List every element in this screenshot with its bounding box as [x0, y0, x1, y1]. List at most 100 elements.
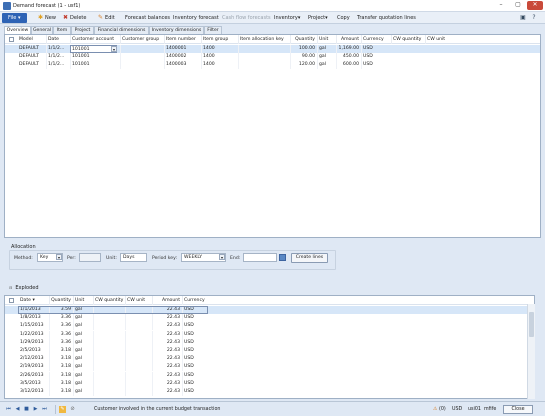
tab-filter[interactable]: Filter: [204, 26, 222, 34]
company-indicator[interactable]: mfife: [484, 406, 496, 413]
cell-date[interactable]: 2/26/2013: [19, 372, 49, 380]
cell-unit[interactable]: gal: [73, 330, 93, 339]
cell-currency[interactable]: USD: [361, 61, 391, 69]
cell-model[interactable]: DEFAULT: [18, 53, 46, 61]
cell-currency[interactable]: USD: [182, 388, 208, 396]
unit-input[interactable]: Days: [120, 253, 147, 262]
cell-customer-group[interactable]: [120, 61, 164, 69]
cell-cwq[interactable]: [93, 338, 125, 347]
cell-date[interactable]: 2/5/2013: [19, 347, 49, 355]
cell-quantity[interactable]: 100.00: [290, 45, 317, 53]
cell-date[interactable]: 1/1/2...: [46, 53, 70, 61]
previous-record-icon[interactable]: ◀: [14, 406, 21, 413]
table-row[interactable]: 1/15/2013 3.36 gal 22.43 USD: [5, 322, 534, 331]
table-row[interactable]: DEFAULT 1/1/2... 101001 ▾ 1400001 1400 1…: [5, 45, 540, 53]
cell-currency[interactable]: USD: [182, 338, 208, 347]
cell-item-number[interactable]: 1400003: [164, 61, 201, 69]
forecast-balances-button[interactable]: Forecast balances: [125, 14, 170, 22]
cell-cwq[interactable]: [93, 379, 125, 388]
cell-cwu[interactable]: [125, 314, 152, 323]
cell-qty[interactable]: 3.36: [49, 338, 73, 347]
cell-date[interactable]: 3/12/2013: [19, 388, 49, 396]
select-all-checkbox[interactable]: [9, 37, 14, 42]
cell-cwu[interactable]: [125, 330, 152, 339]
per-input[interactable]: [79, 253, 101, 262]
close-window-button[interactable]: ✕: [527, 1, 543, 10]
table-row[interactable]: DEFAULT 1/1/2... 101001 1400002 1400 90.…: [5, 53, 540, 61]
delete-button[interactable]: ✖ Delete: [63, 14, 86, 22]
stop-icon[interactable]: ■: [23, 406, 30, 413]
table-row[interactable]: 1/1/2013 3.59 gal 22.43 USD: [5, 306, 534, 314]
table-row[interactable]: 1/8/2013 3.36 gal 22.43 USD: [5, 314, 534, 323]
col-customer-group[interactable]: Customer group: [120, 35, 164, 44]
cell-item-allocation-key[interactable]: [238, 61, 290, 69]
cell-unit[interactable]: gal: [73, 338, 93, 347]
project-menu[interactable]: Project▾: [308, 14, 328, 22]
cell-model[interactable]: DEFAULT: [18, 45, 46, 53]
scroll-thumb[interactable]: [529, 312, 534, 337]
tab-financial-dimensions[interactable]: Financial dimensions: [94, 26, 149, 34]
cell-item-number[interactable]: 1400001: [164, 45, 201, 53]
customer-account-input[interactable]: 101001: [70, 45, 117, 53]
cell-currency[interactable]: USD: [182, 371, 208, 380]
cell-item-allocation-key[interactable]: [238, 45, 290, 53]
cell-quantity[interactable]: 90.00: [290, 53, 317, 61]
cell-cwq[interactable]: [93, 322, 125, 331]
cell-item-allocation-key[interactable]: [238, 53, 290, 61]
table-row[interactable]: 2/12/2013 3.18 gal 22.43 USD: [5, 355, 534, 364]
cell-qty[interactable]: 3.18: [49, 379, 73, 388]
table-row[interactable]: 2/19/2013 3.18 gal 22.43 USD: [5, 363, 534, 372]
cell-amount[interactable]: 22.43: [152, 338, 182, 347]
notification-icon[interactable]: ⚠: [433, 406, 437, 413]
col-item-allocation-key[interactable]: Item allocation key: [238, 35, 290, 44]
cell-customer-group[interactable]: [120, 45, 164, 53]
cell-currency[interactable]: USD: [182, 379, 208, 388]
customer-account-dropdown-icon[interactable]: ▾: [111, 46, 117, 52]
cell-cwq[interactable]: [93, 363, 125, 372]
cell-item-number[interactable]: 1400002: [164, 53, 201, 61]
table-row[interactable]: 2/5/2013 3.18 gal 22.43 USD: [5, 347, 534, 355]
col-unit[interactable]: Unit: [73, 296, 93, 305]
first-record-icon[interactable]: ⏮: [5, 406, 12, 413]
cell-customer-account[interactable]: 101001: [70, 53, 120, 61]
col-unit[interactable]: Unit: [317, 35, 336, 44]
col-date[interactable]: Date ▾: [19, 296, 49, 305]
cell-cwq[interactable]: [93, 355, 125, 364]
maximize-button[interactable]: ▢: [510, 1, 526, 10]
cell-qty[interactable]: 3.18: [49, 347, 73, 355]
cell-date[interactable]: 1/15/2013: [19, 322, 49, 330]
cell-qty[interactable]: 3.18: [49, 371, 73, 380]
minimize-button[interactable]: –: [493, 1, 509, 10]
cell-unit[interactable]: gal: [317, 61, 336, 69]
cell-cwu[interactable]: [125, 355, 152, 364]
close-button[interactable]: Close: [503, 405, 533, 414]
cell-cwu[interactable]: [125, 347, 152, 355]
cell-amount[interactable]: 22.43: [152, 314, 182, 323]
col-amount[interactable]: Amount: [336, 35, 361, 44]
cell-cwq[interactable]: [93, 388, 125, 396]
cell-quantity[interactable]: 120.00: [290, 61, 317, 69]
period-key-dropdown-icon[interactable]: ▾: [219, 254, 225, 260]
create-lines-button[interactable]: Create lines: [291, 253, 328, 263]
table-row[interactable]: 1/22/2013 3.36 gal 22.43 USD: [5, 330, 534, 339]
cell-cwq[interactable]: [93, 314, 125, 323]
cell-qty[interactable]: 3.36: [49, 314, 73, 323]
cell-currency[interactable]: USD: [182, 363, 208, 372]
last-record-icon[interactable]: ⏭: [41, 406, 48, 413]
col-model[interactable]: Model: [18, 35, 46, 44]
cell-date[interactable]: 1/29/2013: [19, 339, 49, 347]
cell-currency[interactable]: USD: [182, 347, 208, 355]
tab-inventory-dimensions[interactable]: Inventory dimensions: [149, 26, 204, 34]
help-icon[interactable]: ?: [530, 14, 538, 22]
col-cw-unit[interactable]: CW unit: [425, 35, 449, 44]
new-button[interactable]: ✱ New: [38, 14, 56, 22]
cell-amount[interactable]: 600.00: [336, 61, 361, 69]
cell-cwu[interactable]: [125, 363, 152, 372]
cell-amount[interactable]: 22.43: [152, 330, 182, 339]
copy-button[interactable]: Copy: [337, 14, 350, 22]
cell-amount[interactable]: 22.43: [152, 363, 182, 372]
select-all-checkbox[interactable]: [9, 298, 14, 303]
table-row[interactable]: 1/29/2013 3.36 gal 22.43 USD: [5, 338, 534, 347]
cell-unit[interactable]: gal: [73, 314, 93, 323]
cell-date[interactable]: 2/19/2013: [19, 363, 49, 371]
